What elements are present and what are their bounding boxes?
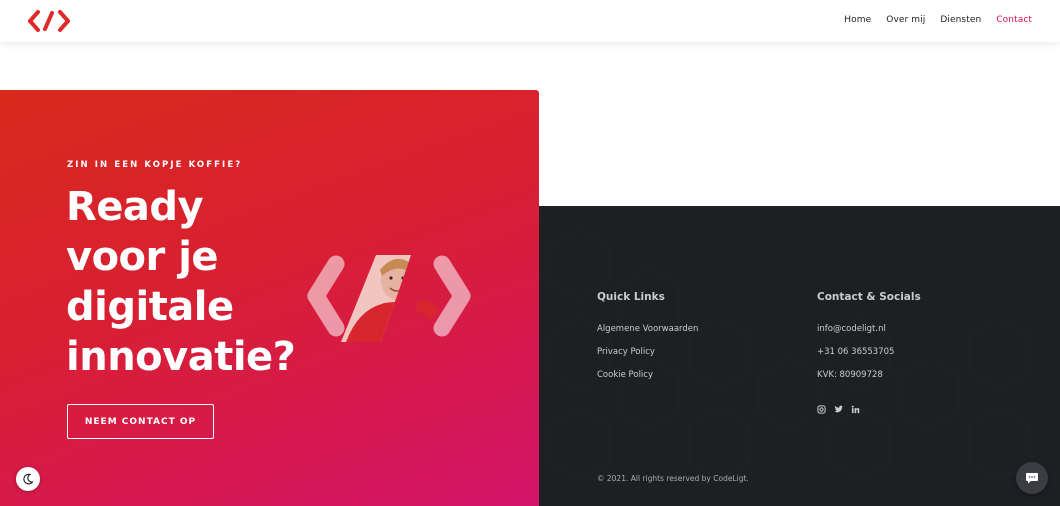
contact-socials-title: Contact & Socials	[817, 291, 921, 303]
linkedin-icon[interactable]	[851, 401, 860, 414]
theme-toggle-button[interactable]	[16, 467, 40, 491]
chat-widget-button[interactable]	[1016, 462, 1048, 494]
quick-links-title: Quick Links	[597, 291, 665, 303]
brackets-portrait-logo-icon	[307, 255, 471, 342]
hero-eyebrow: ZIN IN EEN KOPJE KOFFIE?	[67, 160, 243, 170]
headline-line: Ready	[66, 184, 204, 230]
copyright-text: © 2021. All rights reserved by CodeLigt.	[597, 474, 749, 483]
contact-email-link[interactable]: info@codeligt.nl	[817, 324, 886, 334]
brackets-slash-logo-icon[interactable]	[28, 10, 70, 32]
nav-over-mij[interactable]: Over mij	[886, 15, 925, 25]
contact-kvk: KVK: 80909728	[817, 370, 883, 380]
instagram-icon[interactable]	[817, 401, 826, 414]
nav-home[interactable]: Home	[844, 15, 871, 25]
moon-icon	[23, 473, 34, 485]
link-privacy-policy[interactable]: Privacy Policy	[597, 347, 655, 357]
link-algemene-voorwaarden[interactable]: Algemene Voorwaarden	[597, 324, 698, 334]
site-header: Home Over mij Diensten Contact	[0, 0, 1060, 42]
site-footer: Quick Links Algemene Voorwaarden Privacy…	[539, 206, 1060, 506]
contact-cta-button[interactable]: NEEM CONTACT OP	[67, 404, 214, 439]
nav-contact[interactable]: Contact	[996, 15, 1032, 25]
hero-panel: ZIN IN EEN KOPJE KOFFIE? Ready voor je d…	[0, 90, 539, 506]
twitter-icon[interactable]	[834, 401, 843, 413]
link-cookie-policy[interactable]: Cookie Policy	[597, 370, 653, 380]
contact-phone[interactable]: +31 06 36553705	[817, 347, 894, 357]
chat-bubble-icon	[1026, 473, 1038, 484]
social-links	[817, 401, 860, 414]
main-nav: Home Over mij Diensten Contact	[844, 15, 1032, 25]
nav-diensten[interactable]: Diensten	[940, 15, 981, 25]
